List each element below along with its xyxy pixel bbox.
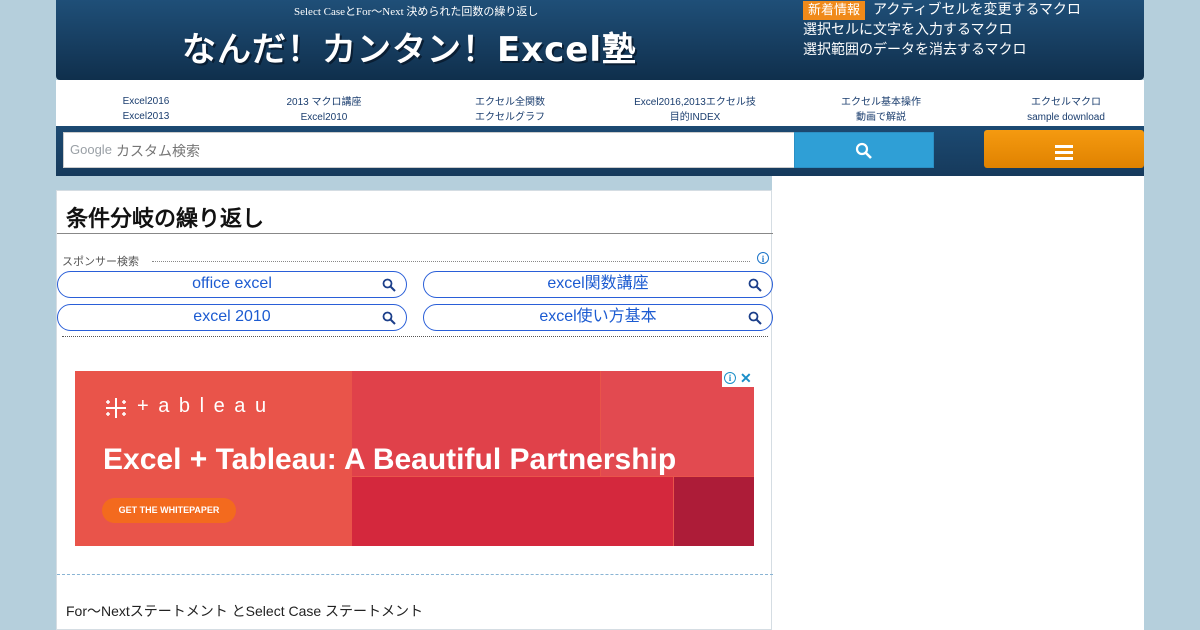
sponsor-label: スポンサー検索 — [62, 253, 143, 269]
news-link-1[interactable]: アクティブセルを変更するマクロ — [873, 2, 1081, 18]
search-icon — [855, 142, 872, 159]
search-input[interactable] — [114, 138, 788, 164]
site-header: Select CaseとFor～Next 決められた回数の繰り返し なんだ！カン… — [56, 0, 1144, 80]
ad-choices-icon[interactable]: i — [724, 372, 736, 384]
menu-button[interactable] — [984, 130, 1144, 168]
top-nav: Excel2016 Excel2013 2013 マクロ講座 Excel2010… — [56, 80, 1144, 126]
ad-divider — [62, 336, 768, 337]
ad-cta-button[interactable]: GET THE WHITEPAPER — [102, 498, 236, 523]
news-link-2[interactable]: 選択セルに文字を入力するマクロ — [803, 20, 1081, 40]
search-icon — [382, 311, 396, 325]
sponsor-link[interactable]: office excel — [57, 271, 407, 298]
nav-item-functions[interactable]: エクセル全関数 エクセルグラフ — [420, 95, 600, 125]
search-icon — [748, 278, 762, 292]
search-bar: Google — [56, 126, 1144, 176]
header-subtitle: Select CaseとFor～Next 決められた回数の繰り返し — [294, 6, 539, 18]
ad-close-icon[interactable]: ✕ — [740, 371, 752, 387]
search-icon — [748, 311, 762, 325]
ad-headline: Excel + Tableau: A Beautiful Partnership — [103, 443, 677, 476]
main-content: 条件分岐の繰り返し スポンサー検索 i office excel excel関数… — [56, 190, 773, 630]
article-intro: For～Nextステートメント とSelect Case ステートメント — [66, 603, 424, 619]
nav-item-macro-course[interactable]: 2013 マクロ講座 Excel2010 — [234, 95, 414, 125]
nav-item-basics[interactable]: エクセル基本操作 動画で解説 — [791, 95, 971, 125]
site-title[interactable]: なんだ！カンタン！Excel塾 — [182, 22, 637, 71]
content-divider — [57, 574, 773, 575]
ad-controls: i ✕ — [722, 371, 754, 387]
sponsor-link[interactable]: excel使い方基本 — [423, 304, 773, 331]
search-box: Google — [63, 132, 795, 168]
news-panel: 新着情報 アクティブセルを変更するマクロ 選択セルに文字を入力するマクロ 選択範囲… — [803, 0, 1081, 60]
search-button[interactable] — [794, 132, 934, 168]
ad-info-icon[interactable]: i — [757, 252, 769, 264]
sponsor-link[interactable]: excel関数講座 — [423, 271, 773, 298]
ad-brand: + a b l e a u — [137, 395, 269, 417]
news-link-3[interactable]: 選択範囲のデータを消去するマクロ — [803, 40, 1081, 60]
tableau-ad[interactable]: + a b l e a u Excel + Tableau: A Beautif… — [75, 371, 754, 546]
news-badge: 新着情報 — [803, 1, 866, 20]
right-sidebar — [772, 176, 1144, 630]
page-title: 条件分岐の繰り返し — [66, 207, 265, 232]
sponsor-divider — [152, 261, 750, 262]
sponsor-link[interactable]: excel 2010 — [57, 304, 407, 331]
nav-item-tips[interactable]: Excel2016,2013エクセル技 目的INDEX — [605, 95, 785, 125]
google-logo: Google — [70, 142, 112, 157]
search-icon — [382, 278, 396, 292]
nav-item-macro-samples[interactable]: エクセルマクロ sample download — [976, 95, 1156, 125]
tableau-logo-icon — [106, 398, 126, 418]
title-divider — [57, 233, 773, 234]
nav-item-excel2016[interactable]: Excel2016 Excel2013 — [56, 94, 236, 124]
